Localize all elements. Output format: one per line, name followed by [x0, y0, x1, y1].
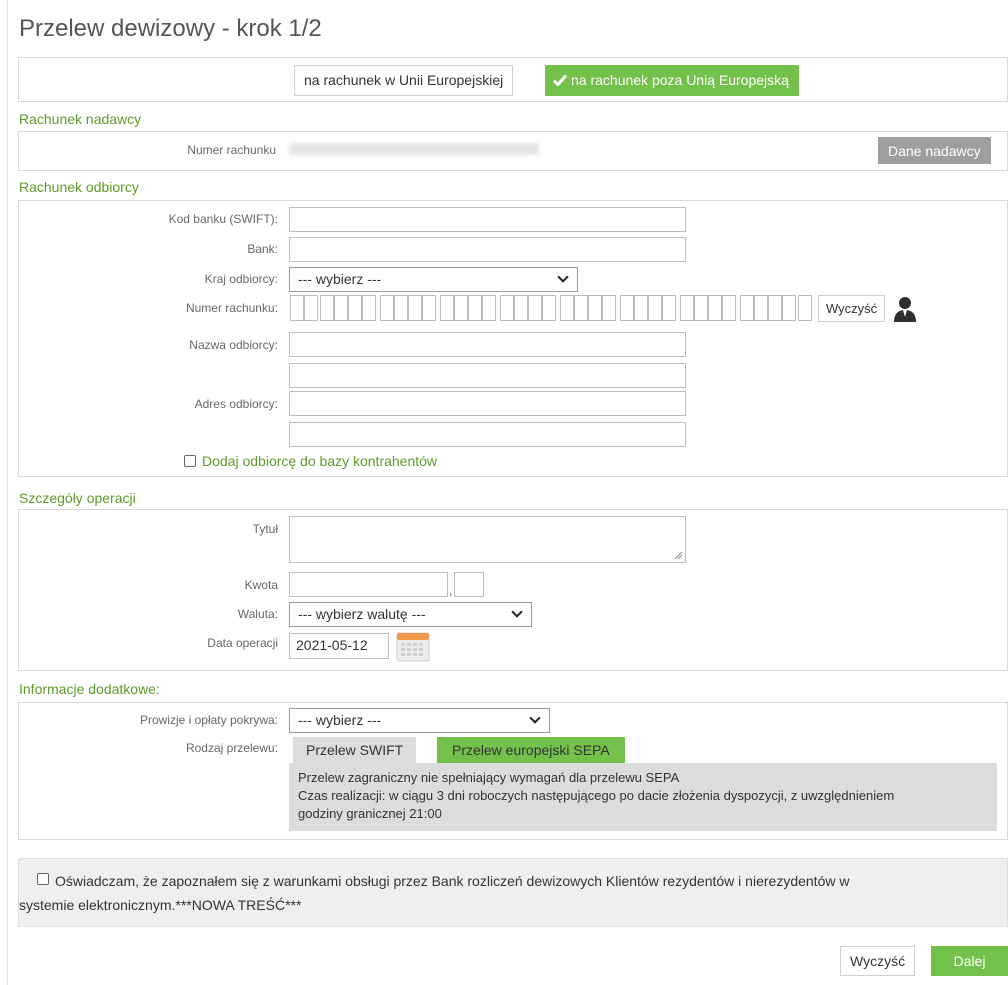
transfer-type-info: Przelew zagraniczny nie spełniający wyma…	[289, 763, 997, 831]
currency-select[interactable]: --- wybierz walutę ---	[289, 602, 532, 627]
details-section-title: Szczegóły operacji	[19, 490, 136, 506]
chevron-down-icon	[557, 271, 569, 283]
amount-separator: ,	[449, 584, 453, 598]
info-line: godziny granicznej 21:00	[298, 806, 442, 821]
left-divider	[7, 0, 8, 985]
account-digit-box[interactable]	[722, 295, 736, 321]
account-digit-box[interactable]	[560, 295, 574, 321]
account-digit-box[interactable]	[408, 295, 422, 321]
sender-details-button[interactable]: Dane nadawcy	[878, 137, 991, 164]
fees-select[interactable]: --- wybierz ---	[289, 708, 550, 733]
clear-form-button[interactable]: Wyczyść	[840, 946, 916, 976]
info-line: Czas realizacji: w ciągu 3 dni roboczych…	[298, 788, 895, 803]
chevron-down-icon	[529, 712, 541, 724]
declaration-checkbox[interactable]	[37, 873, 49, 885]
account-digit-box[interactable]	[602, 295, 616, 321]
non-eu-account-button[interactable]: na rachunek poza Unią Europejską	[545, 65, 799, 96]
account-digit-box[interactable]	[440, 295, 454, 321]
account-digit-box[interactable]	[740, 295, 754, 321]
account-digit-box[interactable]	[290, 295, 304, 321]
add-to-contacts-checkbox[interactable]	[184, 455, 196, 467]
recipient-account-label: Numer rachunku:	[185, 301, 278, 315]
account-digit-box[interactable]	[768, 295, 782, 321]
currency-label: Waluta:	[237, 607, 278, 621]
account-digit-box[interactable]	[422, 295, 436, 321]
account-digit-box[interactable]	[754, 295, 768, 321]
account-digit-box[interactable]	[380, 295, 394, 321]
account-digit-box[interactable]	[634, 295, 648, 321]
amount-label: Kwota	[244, 578, 278, 592]
recipient-name-input-2[interactable]	[289, 363, 686, 388]
account-digit-box[interactable]	[528, 295, 542, 321]
amount-integer-input[interactable]	[289, 572, 448, 597]
contact-person-icon[interactable]	[892, 295, 918, 323]
sender-section-title: Rachunek nadawcy	[19, 111, 142, 127]
swift-code-input[interactable]	[289, 207, 686, 232]
amount-decimal-input[interactable]	[454, 572, 484, 597]
country-label: Kraj odbiorcy:	[204, 272, 278, 286]
account-digit-box[interactable]	[782, 295, 796, 321]
operation-date-input[interactable]: 2021-05-12	[289, 633, 389, 659]
account-digit-box[interactable]	[620, 295, 634, 321]
checkmark-icon	[552, 67, 568, 96]
tab-swift-transfer[interactable]: Przelew SWIFT	[293, 737, 417, 763]
operation-date-label: Data operacji	[207, 636, 278, 650]
additional-section-title: Informacje dodatkowe:	[19, 681, 160, 697]
info-line: Przelew zagraniczny nie spełniający wyma…	[298, 770, 680, 785]
account-digit-box[interactable]	[320, 295, 334, 321]
transfer-title-label: Tytuł	[252, 522, 278, 536]
sender-account-number-redacted	[289, 143, 539, 155]
page-title: Przelew dewizowy - krok 1/2	[19, 15, 322, 42]
recipient-address-input-1[interactable]	[289, 391, 686, 416]
next-button[interactable]: Dalej	[931, 946, 1008, 976]
account-digit-box[interactable]	[542, 295, 556, 321]
currency-select-value: --- wybierz walutę ---	[298, 606, 426, 622]
account-digit-box[interactable]	[708, 295, 722, 321]
calendar-icon[interactable]	[396, 631, 430, 662]
account-digit-box[interactable]	[468, 295, 482, 321]
account-digit-box[interactable]	[334, 295, 348, 321]
account-digit-box[interactable]	[680, 295, 694, 321]
account-digit-box[interactable]	[648, 295, 662, 321]
tab-sepa-transfer[interactable]: Przelew europejski SEPA	[437, 737, 625, 763]
recipient-address-label: Adres odbiorcy:	[194, 397, 278, 411]
account-digit-box[interactable]	[694, 295, 708, 321]
declaration-text-line1[interactable]: Oświadczam, że zapoznałem się z warunkam…	[55, 873, 849, 889]
bank-label: Bank:	[247, 242, 278, 256]
eu-account-button[interactable]: na rachunek w Unii Europejskiej	[294, 65, 514, 96]
account-digit-box[interactable]	[348, 295, 362, 321]
declaration-panel	[18, 858, 1008, 927]
transfer-title-textarea[interactable]	[289, 516, 686, 563]
country-select[interactable]: --- wybierz ---	[289, 267, 578, 292]
account-digit-box[interactable]	[574, 295, 588, 321]
account-digit-box[interactable]	[304, 295, 318, 321]
account-digit-box[interactable]	[798, 295, 812, 321]
bank-name-input[interactable]	[289, 237, 686, 262]
account-digit-box[interactable]	[588, 295, 602, 321]
recipient-address-input-2[interactable]	[289, 422, 686, 447]
clear-account-button[interactable]: Wyczyść	[818, 295, 886, 322]
account-digit-box[interactable]	[394, 295, 408, 321]
account-digit-box[interactable]	[362, 295, 376, 321]
recipient-section-title: Rachunek odbiorcy	[19, 179, 139, 195]
chevron-down-icon	[511, 606, 523, 618]
resize-handle-icon[interactable]	[674, 551, 683, 560]
account-digit-box[interactable]	[454, 295, 468, 321]
account-digit-box[interactable]	[482, 295, 496, 321]
country-select-value: --- wybierz ---	[298, 271, 382, 287]
account-digit-box[interactable]	[662, 295, 676, 321]
transfer-type-label: Rodzaj przelewu:	[185, 741, 278, 755]
recipient-name-input-1[interactable]	[289, 332, 686, 357]
non-eu-account-label: na rachunek poza Unią Europejską	[571, 72, 789, 88]
add-to-contacts-label[interactable]: Dodaj odbiorcę do bazy kontrahentów	[202, 453, 437, 469]
sender-account-label: Numer rachunku	[187, 143, 276, 157]
account-digit-box[interactable]	[514, 295, 528, 321]
swift-label: Kod banku (SWIFT):	[168, 212, 278, 226]
recipient-name-label: Nazwa odbiorcy:	[189, 338, 278, 352]
declaration-text-line2[interactable]: systemie elektronicznym.***NOWA TREŚĆ***	[19, 897, 301, 913]
fees-select-value: --- wybierz ---	[298, 712, 382, 728]
account-digit-box[interactable]	[500, 295, 514, 321]
fees-label: Prowizje i opłaty pokrywa:	[139, 713, 278, 727]
